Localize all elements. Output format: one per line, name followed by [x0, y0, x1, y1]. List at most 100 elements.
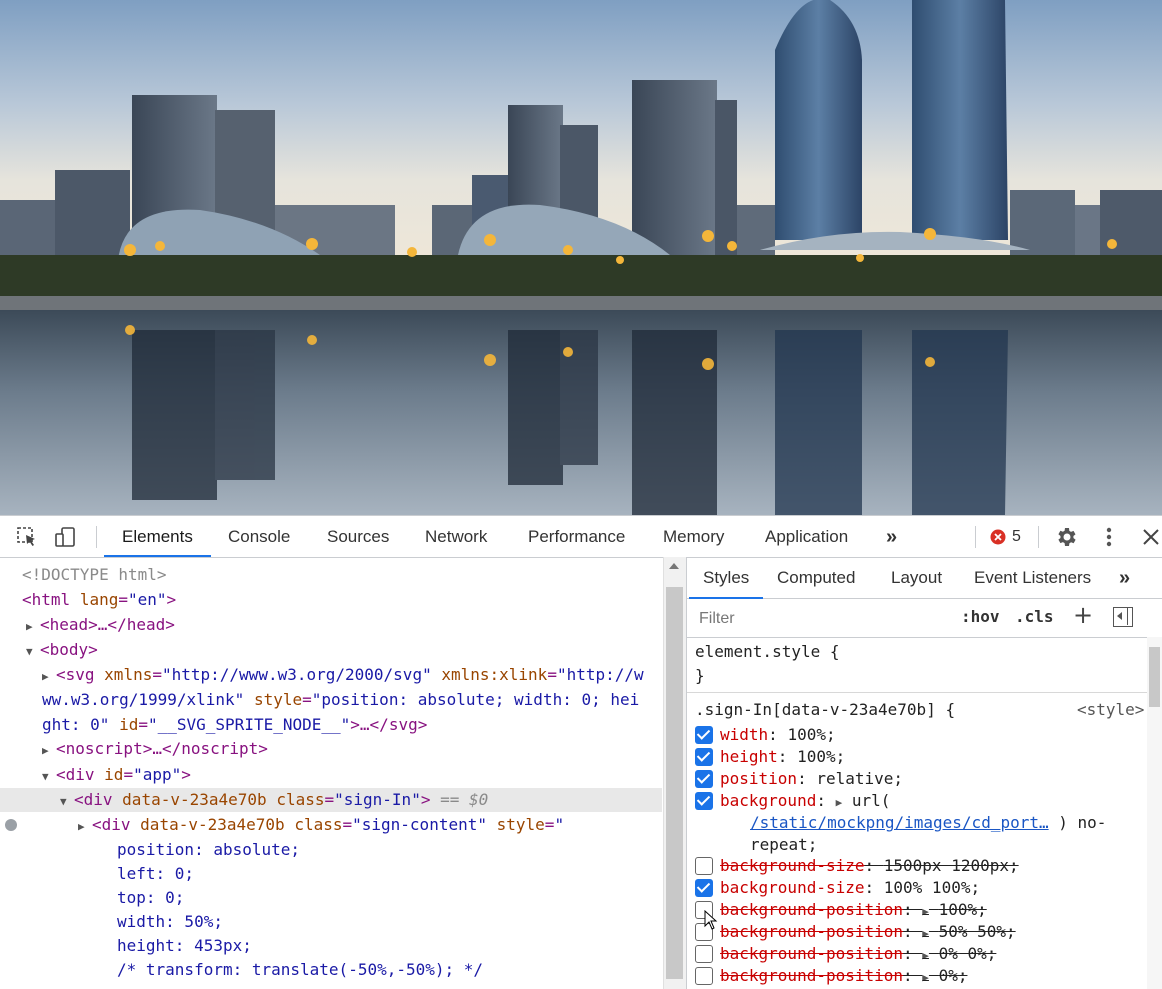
- rule-source-link[interactable]: <style>: [1077, 699, 1144, 721]
- tab-console[interactable]: Console: [228, 516, 290, 556]
- more-tabs-button[interactable]: »: [886, 516, 897, 556]
- style-attr-line: left: 0;: [117, 864, 195, 883]
- attr-value: "en": [127, 590, 167, 609]
- devtools-toolbar: Elements Console Sources Network Perform…: [0, 516, 1162, 558]
- decl-checkbox[interactable]: [695, 857, 713, 875]
- attr-name: data-v-23a4e70b: [140, 815, 285, 834]
- tab-computed[interactable]: Computed: [777, 557, 855, 598]
- dom-node-body[interactable]: ▼ <body>: [26, 638, 98, 662]
- tab-application[interactable]: Application: [765, 516, 848, 556]
- decl-background-url-line: /static/mockpng/images/cd_port… ) no-: [750, 812, 1106, 834]
- expand-value-triangle-icon[interactable]: ▶: [922, 905, 929, 918]
- dom-node-doctype[interactable]: <!DOCTYPE html>: [22, 563, 167, 587]
- decl-prop: background-position: [720, 966, 904, 985]
- decl-checkbox[interactable]: [695, 945, 713, 963]
- close-devtools-icon[interactable]: [1138, 524, 1162, 550]
- attr-name: class: [276, 790, 325, 809]
- collapse-triangle-icon[interactable]: ▼: [60, 790, 74, 814]
- style-attr-line: width: 50%;: [117, 912, 223, 931]
- hov-toggle-button[interactable]: :hov: [961, 607, 1000, 626]
- attr-name: xmlns: [104, 665, 153, 684]
- styles-scrollbar-thumb[interactable]: [1149, 647, 1160, 707]
- expand-value-triangle-icon[interactable]: ▶: [836, 796, 843, 809]
- settings-gear-icon[interactable]: [1053, 524, 1079, 550]
- tag-noscript: <noscript>…</noscript>: [56, 739, 268, 758]
- decl-value: relative;: [816, 769, 904, 788]
- expand-value-triangle-icon[interactable]: ▶: [922, 949, 929, 962]
- decl-height[interactable]: height: 100%;: [720, 746, 845, 768]
- decl-checkbox[interactable]: [695, 967, 713, 985]
- dom-node-html[interactable]: <html lang="en">: [22, 588, 176, 612]
- dom-node-noscript[interactable]: ▶ <noscript>…</noscript>: [42, 737, 268, 761]
- styles-scrollbar[interactable]: [1147, 637, 1162, 989]
- background-url-link[interactable]: /static/mockpng/images/cd_port…: [750, 813, 1049, 832]
- decl-background-position-disabled[interactable]: background-position: ▶ 100%;: [720, 899, 987, 921]
- dom-node-selected[interactable]: ▼ <div data-v-23a4e70b class="sign-In"> =…: [0, 788, 662, 812]
- expand-triangle-icon[interactable]: ▶: [42, 739, 56, 763]
- collapse-triangle-icon[interactable]: ▼: [42, 765, 56, 789]
- expand-triangle-icon[interactable]: ▶: [42, 665, 56, 689]
- decl-checkbox[interactable]: [695, 770, 713, 788]
- dom-node-sign-content[interactable]: ▶ <div data-v-23a4e70b class="sign-conten…: [78, 813, 564, 837]
- more-sidebar-tabs-button[interactable]: »: [1119, 557, 1130, 598]
- element-style-selector[interactable]: element.style {: [695, 641, 840, 663]
- attr-value: ": [554, 815, 565, 834]
- dom-scrollbar-thumb[interactable]: [666, 587, 683, 979]
- decl-background[interactable]: background: ▶ url(: [720, 790, 890, 812]
- decl-value: 100%;: [938, 900, 987, 919]
- decl-background-size-disabled[interactable]: background-size: 1500px 1200px;: [720, 855, 1019, 877]
- device-toolbar-icon[interactable]: [52, 524, 78, 550]
- expand-triangle-icon[interactable]: ▶: [78, 815, 92, 839]
- tab-elements[interactable]: Elements: [104, 516, 211, 557]
- cls-toggle-button[interactable]: .cls: [1015, 607, 1054, 626]
- styles-sidebar: Styles Computed Layout Event Listeners »…: [687, 557, 1162, 989]
- dom-node-app[interactable]: ▼ <div id="app">: [42, 763, 191, 787]
- inspect-element-icon[interactable]: [14, 524, 40, 550]
- expand-triangle-icon[interactable]: ▶: [26, 615, 40, 639]
- scroll-up-arrow-icon[interactable]: [669, 563, 679, 569]
- attr-value: "http://www.w3.org/2000/svg": [161, 665, 432, 684]
- decl-background-position-disabled[interactable]: background-position: ▶ 0%;: [720, 965, 967, 987]
- decl-position[interactable]: position: relative;: [720, 768, 903, 790]
- tab-styles[interactable]: Styles: [688, 557, 764, 599]
- breakpoint-dot-icon[interactable]: [5, 819, 17, 831]
- tab-sources[interactable]: Sources: [327, 516, 389, 556]
- dom-node-head[interactable]: ▶ <head>…</head>: [26, 613, 175, 637]
- expand-value-triangle-icon[interactable]: ▶: [922, 927, 929, 940]
- error-icon: [990, 529, 1006, 545]
- tab-memory[interactable]: Memory: [663, 516, 724, 556]
- tab-event-listeners[interactable]: Event Listeners: [974, 557, 1091, 598]
- error-counter[interactable]: 5: [990, 526, 1021, 548]
- dom-node-svg[interactable]: ▶ <svg xmlns="http://www.w3.org/2000/svg"…: [42, 663, 644, 687]
- collapse-triangle-icon[interactable]: ▼: [26, 640, 40, 664]
- dom-node-svg-wrap: ght: 0" id="__SVG_SPRITE_NODE__">…</svg>: [42, 715, 428, 734]
- dom-node-svg-wrap: ww.w3.org/1999/xlink" style="position: a…: [42, 690, 640, 709]
- decl-width[interactable]: width: 100%;: [720, 724, 836, 746]
- decl-checkbox[interactable]: [695, 792, 713, 810]
- styles-filter-input[interactable]: [697, 607, 941, 631]
- attr-value: "app": [133, 765, 182, 784]
- tab-layout[interactable]: Layout: [891, 557, 942, 598]
- style-attr-line: height: 453px;: [117, 936, 252, 955]
- rule-divider: [687, 692, 1147, 693]
- decl-checkbox[interactable]: [695, 879, 713, 897]
- tab-network[interactable]: Network: [425, 516, 487, 556]
- toggle-sidebar-icon[interactable]: [1113, 607, 1133, 627]
- decl-background-size[interactable]: background-size: 100% 100%;: [720, 877, 980, 899]
- attr-name: class: [294, 815, 343, 834]
- tab-performance[interactable]: Performance: [528, 516, 625, 556]
- attr-value: "http://w: [556, 665, 644, 684]
- decl-prop: background-size: [720, 878, 865, 897]
- rule-selector[interactable]: .sign-In[data-v-23a4e70b] {: [695, 699, 955, 721]
- decl-checkbox[interactable]: [695, 726, 713, 744]
- decl-checkbox[interactable]: [695, 748, 713, 766]
- decl-value: 50% 50%;: [938, 922, 1016, 941]
- more-options-icon[interactable]: [1096, 524, 1122, 550]
- decl-prop: background-position: [720, 944, 904, 963]
- decl-background-position-disabled[interactable]: background-position: ▶ 50% 50%;: [720, 921, 1016, 943]
- dom-scrollbar[interactable]: [663, 557, 686, 989]
- decl-prop: background-size: [720, 856, 865, 875]
- new-style-rule-button[interactable]: +: [1073, 601, 1093, 629]
- decl-background-position-disabled[interactable]: background-position: ▶ 0% 0%;: [720, 943, 996, 965]
- expand-value-triangle-icon[interactable]: ▶: [922, 971, 929, 984]
